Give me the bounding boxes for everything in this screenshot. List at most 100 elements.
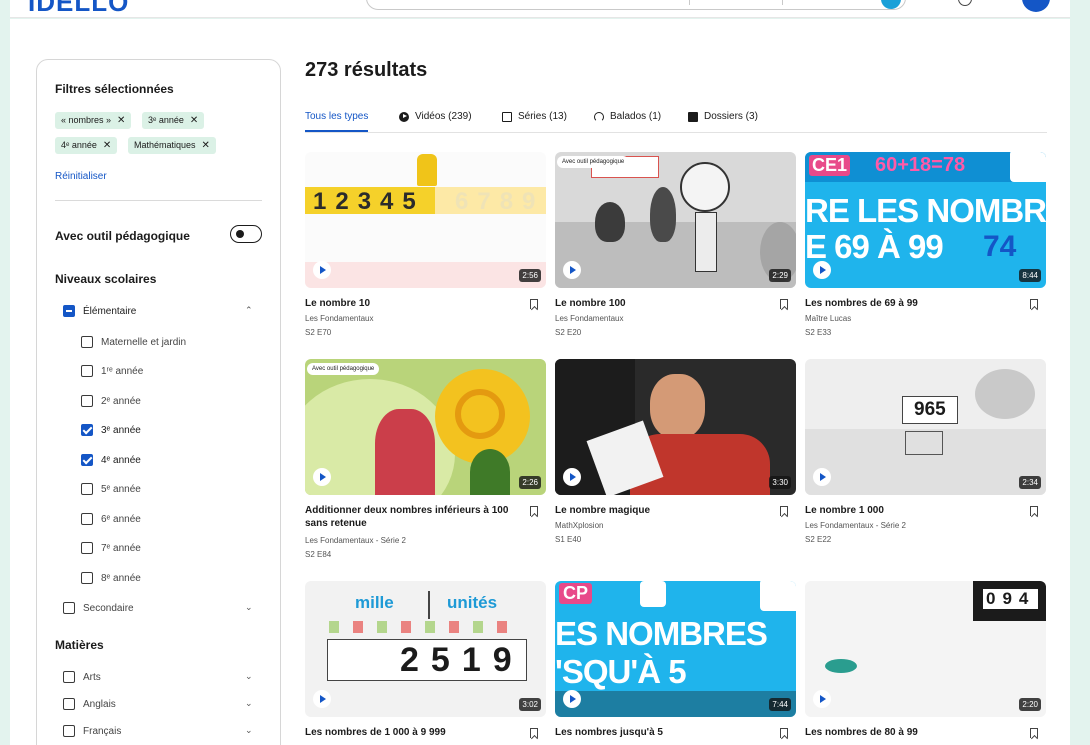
video-thumbnail[interactable]: mille unités 2519 3:02 (305, 581, 546, 717)
subject-item[interactable]: Anglais (63, 696, 116, 712)
video-card[interactable]: CP ES NOMBRES 'SQU'À 5 7:44 Les nombres … (555, 581, 796, 738)
checkbox[interactable] (63, 698, 75, 710)
close-icon[interactable]: ✕ (117, 115, 125, 126)
checkbox[interactable] (81, 365, 93, 377)
avatar[interactable] (1022, 0, 1050, 12)
reset-link[interactable]: Réinitialiser (55, 171, 107, 182)
checkbox[interactable] (81, 395, 93, 407)
bookmark-icon[interactable] (530, 299, 538, 309)
bookmark-icon[interactable] (530, 728, 538, 738)
search-bar[interactable] (366, 0, 906, 10)
video-thumbnail[interactable]: Avec outil pédagogique 2:26 (305, 359, 546, 495)
tab-series[interactable]: Séries (13) (502, 111, 567, 122)
card-title[interactable]: Les nombres jusqu'à 5 (555, 726, 767, 739)
video-thumbnail[interactable]: 965 2:34 (805, 359, 1046, 495)
level-elementary[interactable]: Élémentaire (63, 303, 136, 319)
checkbox[interactable] (81, 454, 93, 466)
card-title[interactable]: Le nombre 100 (555, 297, 767, 310)
video-card[interactable]: CE1 60+18=78 RE LES NOMBRES E 69 À 99 74… (805, 152, 1046, 337)
tab-videos[interactable]: Vidéos (239) (399, 111, 472, 122)
filter-chip[interactable]: Mathématiques ✕ (128, 137, 216, 154)
checkbox[interactable] (81, 572, 93, 584)
tab-podcasts[interactable]: Balados (1) (594, 111, 661, 122)
play-button[interactable] (813, 468, 831, 486)
idello-logo[interactable]: IDÉLLO (28, 0, 129, 18)
checkbox[interactable] (81, 513, 93, 525)
card-title[interactable]: Le nombre 1 000 (805, 504, 1017, 517)
checkbox[interactable] (81, 424, 93, 436)
tab-all-types[interactable]: Tous les types (305, 111, 369, 132)
level-item[interactable]: 7ᵉ année (81, 540, 141, 556)
video-thumbnail[interactable]: 094 2:20 (805, 581, 1046, 717)
video-card[interactable]: 12345 6789 2:56 Le nombre 10 Les Fondame… (305, 152, 546, 337)
video-card[interactable]: 094 2:20 Les nombres de 80 à 99 (805, 581, 1046, 738)
chevron-up-icon[interactable]: ⌃ (245, 305, 253, 316)
video-card[interactable]: mille unités 2519 3:02 Les nombres de 1 … (305, 581, 546, 738)
bookmark-icon[interactable] (780, 728, 788, 738)
card-title[interactable]: Le nombre 10 (305, 297, 517, 310)
video-card[interactable]: Avec outil pédagogique 2:29 Le nombre 10… (555, 152, 796, 337)
level-secondary[interactable]: Secondaire (63, 600, 134, 616)
card-title[interactable]: Additionner deux nombres inférieurs à 10… (305, 504, 517, 530)
pedagogical-tool-toggle[interactable] (230, 225, 262, 243)
level-item[interactable]: 4ᵉ année (81, 452, 141, 468)
play-button[interactable] (813, 261, 831, 279)
user-icon[interactable] (958, 0, 972, 6)
video-card[interactable]: Avec outil pédagogique 2:26 Additionner … (305, 359, 546, 559)
level-item[interactable]: 1ʳᵉ année (81, 363, 143, 379)
level-item[interactable]: 6ᵉ année (81, 511, 141, 527)
level-item[interactable]: 8ᵉ année (81, 570, 141, 586)
card-title[interactable]: Les nombres de 80 à 99 (805, 726, 1017, 739)
play-button[interactable] (563, 468, 581, 486)
level-item[interactable]: 3ᵉ année (81, 422, 141, 438)
bookmark-icon[interactable] (1030, 299, 1038, 309)
close-icon[interactable]: ✕ (202, 140, 210, 151)
video-card[interactable]: 3:30 Le nombre magique MathXplosion S1 E… (555, 359, 796, 544)
subject-item[interactable]: Arts (63, 669, 101, 685)
checkbox[interactable] (63, 602, 75, 614)
video-thumbnail[interactable]: 3:30 (555, 359, 796, 495)
play-button[interactable] (313, 468, 331, 486)
video-card[interactable]: 965 2:34 Le nombre 1 000 Les Fondamentau… (805, 359, 1046, 544)
close-icon[interactable]: ✕ (190, 115, 198, 126)
card-title[interactable]: Les nombres de 69 à 99 (805, 297, 1017, 310)
filter-chip[interactable]: « nombres » ✕ (55, 112, 132, 129)
filter-chip[interactable]: 4ᵉ année ✕ (55, 137, 118, 154)
video-thumbnail[interactable]: CE1 60+18=78 RE LES NOMBRES E 69 À 99 74… (805, 152, 1046, 288)
checkbox[interactable] (63, 671, 75, 683)
checkbox[interactable] (81, 542, 93, 554)
level-item[interactable]: Maternelle et jardin (81, 334, 186, 350)
close-icon[interactable]: ✕ (103, 140, 111, 151)
card-series: MathXplosion (555, 521, 604, 530)
play-button[interactable] (563, 690, 581, 708)
level-item[interactable]: 5ᵉ année (81, 481, 141, 497)
play-button[interactable] (313, 261, 331, 279)
bookmark-icon[interactable] (1030, 728, 1038, 738)
video-thumbnail[interactable]: Avec outil pédagogique 2:29 (555, 152, 796, 288)
bookmark-icon[interactable] (530, 506, 538, 516)
card-title[interactable]: Le nombre magique (555, 504, 767, 517)
thumb-tag: CP (559, 583, 593, 604)
checkbox[interactable] (63, 725, 75, 737)
bookmark-icon[interactable] (780, 506, 788, 516)
video-thumbnail[interactable]: 12345 6789 2:56 (305, 152, 546, 288)
video-thumbnail[interactable]: CP ES NOMBRES 'SQU'À 5 7:44 (555, 581, 796, 717)
search-button[interactable] (881, 0, 901, 9)
checkbox[interactable] (81, 336, 93, 348)
checkbox[interactable] (63, 305, 75, 317)
bookmark-icon[interactable] (1030, 506, 1038, 516)
chevron-down-icon[interactable]: ⌄ (245, 725, 253, 736)
chevron-down-icon[interactable]: ⌄ (245, 602, 253, 613)
bookmark-icon[interactable] (780, 299, 788, 309)
chevron-down-icon[interactable]: ⌄ (245, 671, 253, 682)
play-button[interactable] (813, 690, 831, 708)
level-item[interactable]: 2ᵉ année (81, 393, 141, 409)
play-button[interactable] (563, 261, 581, 279)
subject-item[interactable]: Français (63, 723, 121, 739)
tab-folders[interactable]: Dossiers (3) (688, 111, 758, 122)
checkbox[interactable] (81, 483, 93, 495)
filter-chip[interactable]: 3ᵉ année ✕ (142, 112, 205, 129)
chevron-down-icon[interactable]: ⌄ (245, 698, 253, 709)
card-title[interactable]: Les nombres de 1 000 à 9 999 (305, 726, 517, 739)
play-button[interactable] (313, 690, 331, 708)
